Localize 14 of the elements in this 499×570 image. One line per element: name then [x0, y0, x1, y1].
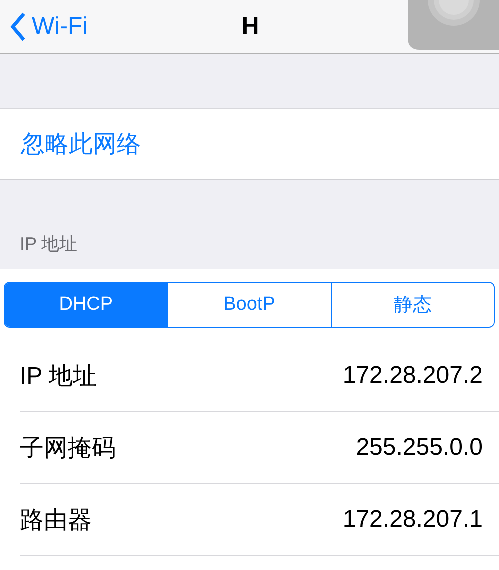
segment-tab[interactable]: DHCP	[5, 283, 168, 327]
chevron-left-icon	[10, 12, 26, 42]
nav-title: H	[242, 12, 260, 40]
row-label: 路由器	[20, 506, 92, 536]
row-value: 172.28.207.1	[342, 506, 483, 534]
row-value: 255.255.0.0	[356, 434, 483, 462]
segment-tab[interactable]: 静态	[330, 283, 494, 327]
assistive-touch-button[interactable]	[408, 0, 499, 50]
section-header: IP 地址	[20, 233, 78, 256]
row-label: IP 地址	[20, 362, 97, 392]
row-value: 172.28.207.2	[342, 362, 483, 390]
forget-network-link[interactable]: 忽略此网络	[21, 128, 141, 160]
back-button[interactable]: Wi-Fi	[0, 12, 88, 42]
row-label: 子网掩码	[20, 434, 116, 464]
